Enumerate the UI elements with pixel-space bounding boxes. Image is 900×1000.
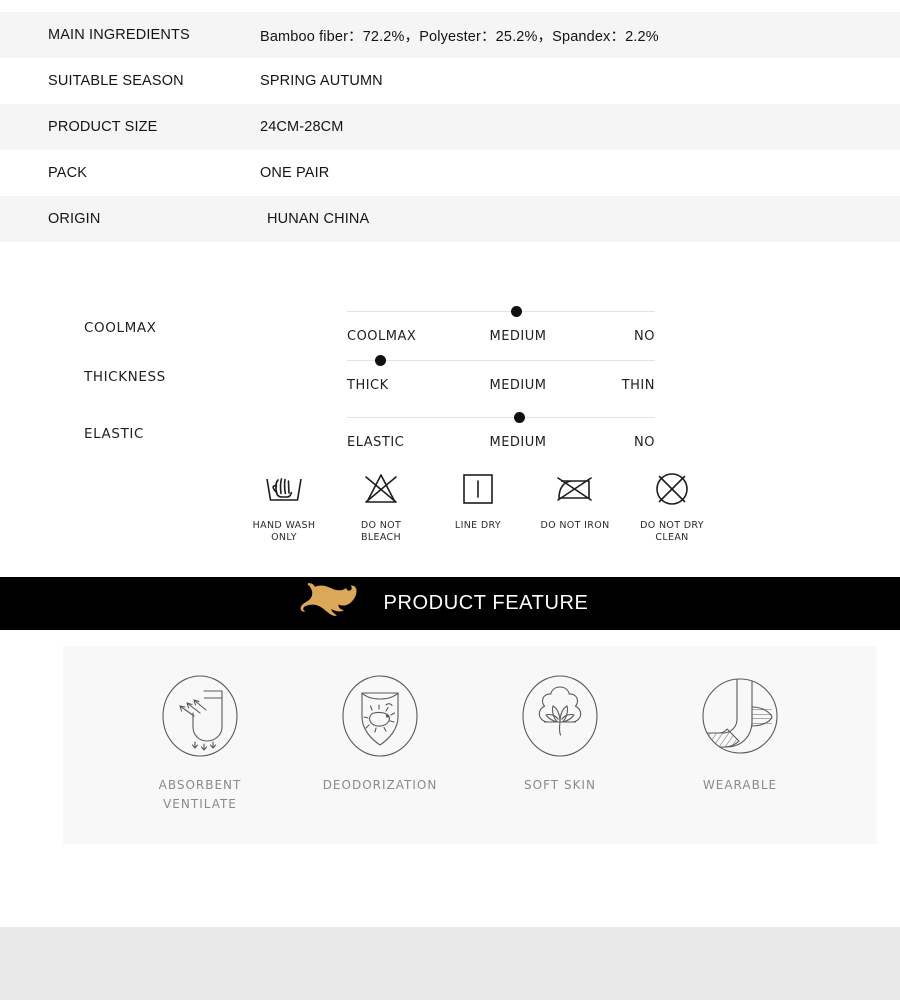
do-not-iron-icon [554, 467, 596, 511]
feature-item-wearable: WEARABLE [665, 668, 815, 814]
rating-row-coolmax: COOLMAX COOLMAX MEDIUM NO [0, 298, 900, 350]
rating-label: THICKNESS [84, 369, 166, 385]
elastic-slider[interactable]: ELASTIC MEDIUM NO [347, 404, 655, 456]
care-item-line-dry: LINE DRY [432, 467, 524, 544]
slider-thumb[interactable] [510, 306, 522, 317]
feature-label: ABSORBENT VENTILATE [158, 778, 242, 811]
slider-thumb[interactable] [513, 412, 525, 423]
scale-mid-label: MEDIUM [489, 329, 547, 344]
care-label: DO NOT BLEACH [360, 520, 402, 543]
banner-title: PRODUCT FEATURE [383, 592, 589, 614]
cotton-boll-icon [514, 668, 606, 764]
spec-label: ORIGIN [48, 211, 101, 227]
spec-value: HUNAN CHINA [267, 211, 370, 227]
slider-scale: COOLMAX MEDIUM NO [347, 329, 655, 344]
scale-end-label: NO [634, 435, 655, 450]
feature-item-soft-skin: SOFT SKIN [485, 668, 635, 814]
rating-row-elastic: ELASTIC ELASTIC MEDIUM NO [0, 404, 900, 456]
product-features-section: ABSORBENT VENTILATE DEODORIZATION SOFT S… [0, 630, 900, 844]
spec-label: PRODUCT SIZE [48, 119, 158, 135]
slider-scale: THICK MEDIUM THIN [347, 378, 655, 393]
scale-mid-label: MEDIUM [489, 378, 547, 393]
feature-label: WEARABLE [702, 778, 778, 792]
feature-label: SOFT SKIN [524, 778, 596, 792]
spec-value: Bamboo fiber：72.2%，Polyester：25.2%，Spand… [260, 28, 659, 45]
feature-panel: ABSORBENT VENTILATE DEODORIZATION SOFT S… [63, 646, 877, 844]
table-row: PACK ONE PAIR [0, 150, 900, 196]
bottom-band [0, 927, 900, 1000]
leaping-lion-logo-icon [296, 581, 362, 626]
scale-start-label: ELASTIC [347, 435, 405, 450]
scale-end-label: THIN [621, 378, 655, 393]
scale-start-label: COOLMAX [347, 329, 417, 344]
care-label: HAND WASH ONLY [252, 520, 316, 543]
spec-label: PACK [48, 165, 88, 181]
table-row: MAIN INGREDIENTS Bamboo fiber：72.2%，Poly… [0, 12, 900, 58]
feature-item-deodorization: DEODORIZATION [305, 668, 455, 814]
rating-label: COOLMAX [84, 320, 157, 336]
property-ratings: COOLMAX COOLMAX MEDIUM NO THICKNESS THIC… [0, 242, 900, 467]
do-not-dry-clean-icon [653, 467, 691, 511]
slider-track [347, 360, 655, 361]
spec-value: ONE PAIR [260, 165, 330, 181]
scale-mid-label: MEDIUM [489, 435, 547, 450]
hand-wash-icon [263, 467, 305, 511]
sock-reinforced-icon [694, 668, 786, 764]
care-item-do-not-iron: DO NOT IRON [529, 467, 621, 544]
shield-germ-icon [334, 668, 426, 764]
slider-track [347, 311, 655, 312]
spec-value: SPRING AUTUMN [260, 73, 383, 89]
scale-start-label: THICK [347, 378, 389, 393]
care-item-do-not-bleach: DO NOT BLEACH [335, 467, 427, 544]
spec-label: MAIN INGREDIENTS [48, 27, 190, 43]
sock-airflow-icon [154, 668, 246, 764]
table-row: ORIGIN HUNAN CHINA [0, 196, 900, 242]
slider-track [347, 417, 655, 418]
slider-scale: ELASTIC MEDIUM NO [347, 435, 655, 450]
scale-end-label: NO [634, 329, 655, 344]
care-instructions: HAND WASH ONLY DO NOT BLEACH LINE DRY DO… [0, 467, 900, 577]
care-label: DO NOT DRY CLEAN [640, 520, 704, 543]
care-label: DO NOT IRON [540, 520, 610, 531]
spec-value: 24CM-28CM [260, 119, 344, 135]
specification-table: MAIN INGREDIENTS Bamboo fiber：72.2%，Poly… [0, 0, 900, 242]
thickness-slider[interactable]: THICK MEDIUM THIN [347, 347, 655, 399]
line-dry-icon [461, 467, 495, 511]
product-feature-banner: PRODUCT FEATURE [0, 577, 900, 630]
care-item-do-not-dry-clean: DO NOT DRY CLEAN [626, 467, 718, 544]
care-item-hand-wash: HAND WASH ONLY [238, 467, 330, 544]
coolmax-slider[interactable]: COOLMAX MEDIUM NO [347, 298, 655, 350]
care-label: LINE DRY [454, 520, 502, 531]
rating-label: ELASTIC [84, 426, 145, 442]
rating-row-thickness: THICKNESS THICK MEDIUM THIN [0, 347, 900, 399]
table-row: PRODUCT SIZE 24CM-28CM [0, 104, 900, 150]
feature-label: DEODORIZATION [322, 778, 438, 792]
slider-thumb[interactable] [375, 355, 387, 366]
feature-item-absorbent-ventilate: ABSORBENT VENTILATE [125, 668, 275, 814]
spec-label: SUITABLE SEASON [48, 73, 184, 89]
table-row: SUITABLE SEASON SPRING AUTUMN [0, 58, 900, 104]
do-not-bleach-icon [361, 467, 401, 511]
